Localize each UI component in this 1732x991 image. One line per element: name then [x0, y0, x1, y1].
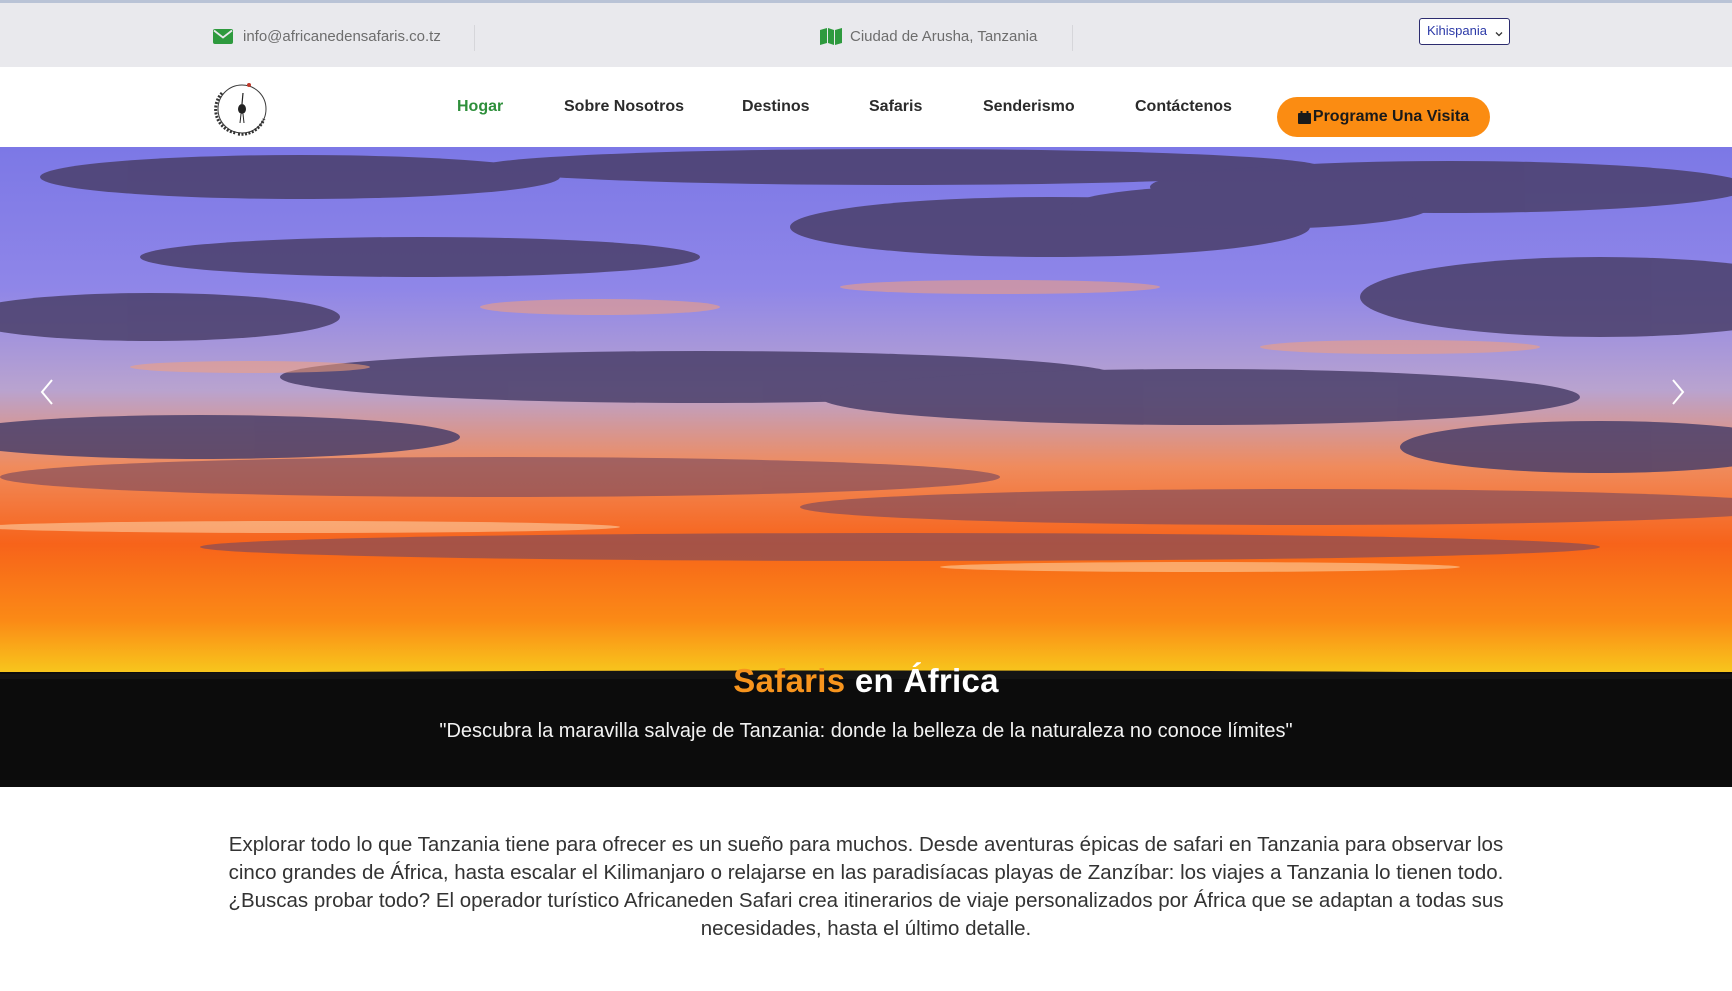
nav-item-home[interactable]: Hogar	[457, 98, 503, 116]
hero-title-accent: Safaris	[733, 662, 846, 699]
location-text: Ciudad de Arusha, Tanzania	[850, 27, 1038, 45]
language-value: Kihispania	[1427, 23, 1487, 38]
main-header: Hogar Sobre Nosotros Destinos Safaris Se…	[0, 67, 1732, 147]
hero-caption: Safaris en África "Descubra la maravilla…	[0, 662, 1732, 743]
hero-title: Safaris en África	[0, 662, 1732, 700]
hero-carousel: Safaris en África "Descubra la maravilla…	[0, 147, 1732, 787]
intro-paragraph: Explorar todo lo que Tanzania tiene para…	[228, 833, 1504, 940]
site-logo[interactable]	[214, 71, 272, 143]
carousel-prev-button[interactable]	[33, 377, 63, 407]
divider	[1072, 25, 1073, 51]
contact-location: Ciudad de Arusha, Tanzania	[820, 27, 1037, 45]
schedule-visit-label: Programe Una Visita	[1312, 108, 1470, 125]
chevron-right-icon	[1672, 379, 1685, 405]
nav-item-safaris[interactable]: Safaris	[869, 98, 922, 116]
hero-title-rest: en África	[845, 662, 999, 699]
email-text[interactable]: info@africanedensafaris.co.tz	[243, 28, 441, 45]
nav-item-destinations[interactable]: Destinos	[742, 98, 810, 116]
language-select[interactable]: Kihispania	[1419, 18, 1510, 45]
top-bar: info@africanedensafaris.co.tz Ciudad de …	[0, 0, 1732, 67]
map-icon	[820, 27, 842, 45]
envelope-icon	[213, 27, 235, 45]
carousel-next-button[interactable]	[1662, 377, 1692, 407]
divider	[474, 25, 475, 51]
nav-item-hiking[interactable]: Senderismo	[983, 98, 1075, 116]
hero-subtitle: "Descubra la maravilla salvaje de Tanzan…	[439, 720, 1293, 742]
calendar-icon	[1297, 110, 1311, 124]
schedule-visit-button[interactable]: Programe Una Visita	[1277, 97, 1490, 137]
nav-item-about[interactable]: Sobre Nosotros	[564, 98, 684, 116]
chevron-left-icon	[40, 379, 53, 405]
nav-item-contact[interactable]: Contáctenos	[1135, 98, 1232, 116]
chevron-down-icon	[1495, 26, 1503, 37]
contact-email[interactable]: info@africanedensafaris.co.tz	[213, 27, 441, 45]
